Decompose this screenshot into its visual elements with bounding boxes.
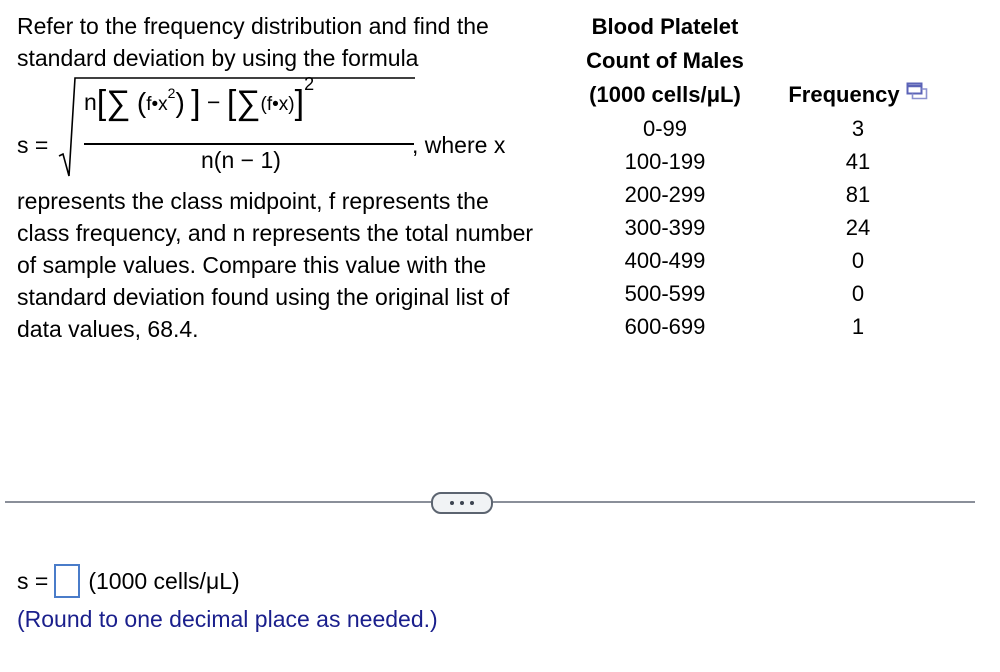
- table-row: 100-199 41: [560, 145, 946, 178]
- formula-suffix: , where x: [412, 132, 506, 158]
- frequency-cell: 0: [851, 281, 865, 306]
- header-frequency: Frequency: [770, 10, 946, 112]
- open-bracket-2: [: [226, 84, 237, 122]
- sigma-symbol-2: ∑: [236, 84, 261, 122]
- table-row: 300-399 24: [560, 211, 946, 244]
- class-cell: 0-99: [642, 116, 688, 141]
- answer-unit: (1000 cells/μL): [88, 567, 240, 594]
- open-paren: (: [136, 87, 147, 118]
- dot-icon: [470, 501, 474, 505]
- close-paren: ): [175, 87, 185, 118]
- frequency-cell: 81: [845, 182, 871, 207]
- class-cell: 300-399: [624, 215, 706, 240]
- header-class-line1: Blood Platelet: [591, 14, 739, 39]
- formula-denominator: n(n − 1): [201, 147, 281, 173]
- table-row: 200-299 81: [560, 178, 946, 211]
- question-prompt: Refer to the frequency distribution and …: [17, 10, 537, 74]
- close-bracket-2: ]: [294, 84, 305, 122]
- class-cell: 100-199: [624, 149, 706, 174]
- formula-lhs: s =: [17, 132, 49, 158]
- open-bracket: [: [96, 84, 107, 122]
- dot-icon: [460, 501, 464, 505]
- class-cell: 200-299: [624, 182, 706, 207]
- answer-lhs: s =: [17, 567, 49, 594]
- class-cell: 400-499: [624, 248, 706, 273]
- frequency-cell: 41: [845, 149, 871, 174]
- table-row: 400-499 0: [560, 244, 946, 277]
- question-body-block: represents the class midpoint, f represe…: [17, 185, 537, 345]
- term2-exponent: 2: [304, 74, 315, 94]
- table-row: 500-599 0: [560, 277, 946, 310]
- frequency-cell: 24: [845, 215, 871, 240]
- class-cell: 600-699: [624, 314, 706, 339]
- answer-line: s = (1000 cells/μL): [17, 564, 240, 598]
- copy-icon[interactable]: [906, 76, 928, 110]
- class-cell: 500-599: [624, 281, 706, 306]
- close-bracket: ]: [191, 84, 201, 122]
- minus-sign: −: [207, 89, 221, 115]
- frequency-cell: 3: [851, 116, 865, 141]
- header-frequency-label: Frequency: [788, 82, 900, 107]
- dot-icon: [450, 501, 454, 505]
- table-body: 0-99 3 100-199 41 200-299 81 300-399 24 400-…: [560, 112, 946, 343]
- std-dev-formula: s = n[∑ (f•x2) ] − [∑(f•x)]2 n(n − 1) , …: [17, 75, 537, 180]
- frequency-table: Blood Platelet Count of Males (1000 cell…: [560, 10, 946, 343]
- frequency-cell: 1: [851, 314, 865, 339]
- header-class: Blood Platelet Count of Males (1000 cell…: [560, 10, 770, 112]
- formula-n: n: [84, 89, 97, 115]
- term1-body: f•x: [146, 94, 168, 115]
- header-class-line3: (1000 cells/μL): [589, 82, 741, 107]
- table-row: 0-99 3: [560, 112, 946, 145]
- more-options-button[interactable]: [431, 492, 493, 514]
- rounding-hint: (Round to one decimal place as needed.): [17, 606, 438, 632]
- table-row: 600-699 1: [560, 310, 946, 343]
- sigma-symbol: ∑: [106, 84, 131, 122]
- question-body: represents the class midpoint, f represe…: [17, 188, 534, 342]
- frequency-cell: 0: [851, 248, 865, 273]
- question-intro: Refer to the frequency distribution and …: [17, 13, 489, 71]
- answer-input[interactable]: [54, 564, 81, 598]
- term2-body: (f•x): [260, 94, 295, 115]
- formula-numerator: n[∑ (f•x2) ] − [∑(f•x)]2: [84, 75, 314, 123]
- header-class-line2: Count of Males: [586, 48, 744, 73]
